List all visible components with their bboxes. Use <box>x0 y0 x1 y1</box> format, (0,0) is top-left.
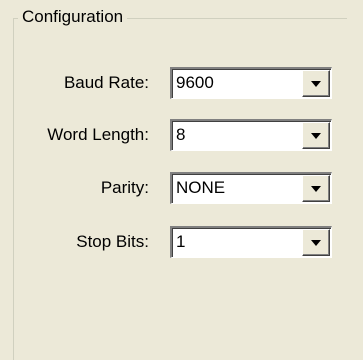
word-length-dropdown-button[interactable] <box>302 122 330 149</box>
baud-rate-row: Baud Rate: 9600 <box>0 67 363 99</box>
word-length-value: 8 <box>176 125 186 144</box>
word-length-label: Word Length: <box>47 125 149 144</box>
baud-rate-value: 9600 <box>176 73 214 92</box>
chevron-down-icon <box>311 81 321 87</box>
parity-dropdown-button[interactable] <box>302 175 330 202</box>
baud-rate-label: Baud Rate: <box>63 73 149 92</box>
word-length-row: Word Length: 8 <box>0 119 363 151</box>
stop-bits-value: 1 <box>176 232 186 251</box>
stop-bits-row: Stop Bits: 1 <box>0 226 363 258</box>
baud-rate-dropdown-button[interactable] <box>302 70 330 97</box>
baud-rate-combobox[interactable]: 9600 <box>170 67 332 99</box>
word-length-combobox[interactable]: 8 <box>170 119 332 151</box>
chevron-down-icon <box>311 186 321 192</box>
stop-bits-dropdown-button[interactable] <box>302 229 330 256</box>
stop-bits-label: Stop Bits: <box>76 232 149 251</box>
parity-value: NONE <box>176 178 226 197</box>
stop-bits-combobox[interactable]: 1 <box>170 226 332 258</box>
configuration-groupbox-title: Configuration <box>18 7 128 27</box>
parity-row: Parity: NONE <box>0 172 363 204</box>
parity-label: Parity: <box>100 178 149 197</box>
chevron-down-icon <box>311 133 321 139</box>
chevron-down-icon <box>311 240 321 246</box>
parity-combobox[interactable]: NONE <box>170 172 332 204</box>
